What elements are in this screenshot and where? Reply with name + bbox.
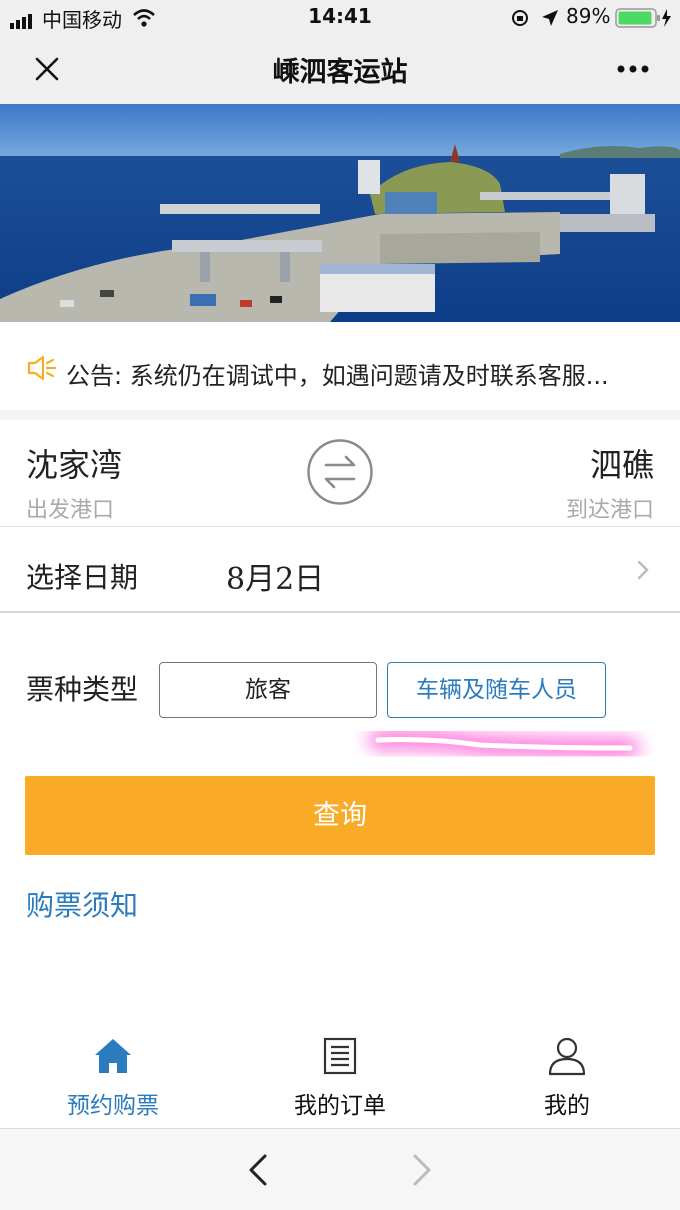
ticket-type-passenger-button[interactable]: 旅客 <box>159 662 377 718</box>
document-icon <box>323 1037 357 1075</box>
ticket-type-label: 票种类型 <box>26 673 139 706</box>
highlight-mark <box>368 729 640 758</box>
departure-port[interactable]: 沈家湾 出发港口 <box>26 440 122 524</box>
banner-image <box>0 104 680 322</box>
chevron-right-icon <box>637 560 649 580</box>
home-icon <box>95 1039 131 1073</box>
arrival-port-label: 到达港口 <box>565 498 654 523</box>
tab-label: 我的 <box>544 1093 590 1119</box>
tab-label: 我的订单 <box>294 1093 386 1119</box>
arrival-port[interactable]: 泗礁 到达港口 <box>566 440 654 524</box>
departure-port-name: 沈家湾 <box>26 446 123 484</box>
forward-arrow-icon[interactable] <box>410 1153 434 1187</box>
date-value: 8月2日 <box>226 562 325 597</box>
announcement-bar[interactable]: 公告: 系统仍在调试中，如遇问题请及时联系客服... <box>0 322 680 420</box>
status-bar: 中国移动 14:41 89% <box>0 0 680 36</box>
back-arrow-icon[interactable] <box>246 1153 270 1187</box>
tab-profile[interactable]: 我的 <box>454 1036 680 1120</box>
ticket-type-vehicle-button[interactable]: 车辆及随车人员 <box>387 662 606 718</box>
orientation-lock-icon <box>512 10 528 26</box>
page-title: 嵊泗客运站 <box>272 57 408 88</box>
query-button[interactable]: 查询 <box>25 776 655 855</box>
purchase-notice-link[interactable]: 购票须知 <box>26 884 138 924</box>
location-icon <box>542 10 558 26</box>
tab-booking[interactable]: 预约购票 <box>0 1036 226 1120</box>
battery-icon <box>615 8 671 28</box>
date-label: 选择日期 <box>26 561 139 594</box>
speaker-icon <box>27 355 57 381</box>
user-icon <box>548 1037 586 1076</box>
battery-percent: 89% <box>566 4 611 28</box>
browser-toolbar <box>0 1128 680 1210</box>
tab-orders[interactable]: 我的订单 <box>227 1036 453 1120</box>
more-icon[interactable] <box>616 64 650 74</box>
divider <box>0 611 680 613</box>
nav-bar: 嵊泗客运站 <box>0 36 680 104</box>
tab-label: 预约购票 <box>67 1093 159 1119</box>
announcement-text: 公告: 系统仍在调试中，如遇问题请及时联系客服... <box>66 362 609 390</box>
swap-icon[interactable] <box>306 438 374 506</box>
arrival-port-name: 泗礁 <box>589 446 654 484</box>
departure-port-label: 出发港口 <box>26 498 115 523</box>
